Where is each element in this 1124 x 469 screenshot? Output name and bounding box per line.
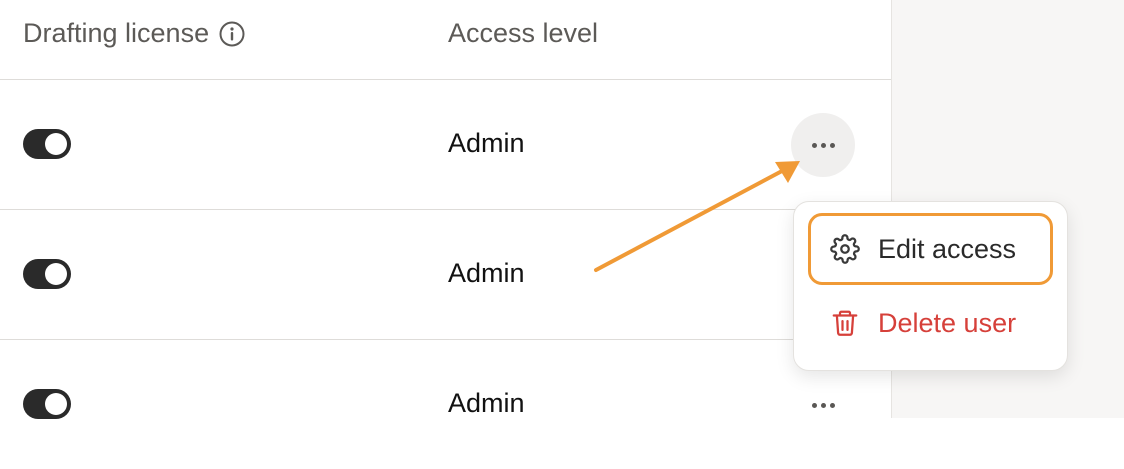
row-actions-menu: Edit access Delete user: [793, 201, 1068, 371]
trash-icon: [832, 310, 858, 336]
toggle-knob: [45, 263, 67, 285]
toggle-knob: [45, 133, 67, 155]
row-actions-button[interactable]: [791, 373, 855, 437]
access-level-value: Admin: [448, 388, 525, 418]
column-header-drafting-license: Drafting license: [23, 18, 245, 49]
delete-user-label: Delete user: [878, 307, 1017, 338]
table-row: Admin: [0, 80, 891, 210]
column-header-label: Access level: [448, 18, 599, 48]
column-header-access-level: Access level: [448, 18, 598, 49]
edit-access-menu-item[interactable]: Edit access: [808, 213, 1053, 285]
table-row: Admin: [0, 340, 891, 469]
toggle-knob: [45, 393, 67, 415]
more-horizontal-icon: [811, 142, 835, 148]
drafting-license-toggle[interactable]: [23, 259, 71, 289]
users-table: Drafting license Access level Admin Admi…: [0, 0, 891, 419]
gear-icon: [830, 234, 860, 264]
row-actions-button[interactable]: [791, 113, 855, 177]
edit-access-label: Edit access: [878, 233, 1017, 264]
table-header: Drafting license Access level: [0, 0, 891, 80]
more-horizontal-icon: [811, 402, 835, 408]
drafting-license-toggle[interactable]: [23, 389, 71, 419]
column-header-label: Drafting license: [23, 18, 210, 48]
delete-user-menu-item[interactable]: Delete user: [808, 287, 1053, 359]
access-level-value: Admin: [448, 128, 525, 158]
table-row: Admin: [0, 210, 891, 340]
access-level-value: Admin: [448, 258, 525, 288]
drafting-license-toggle[interactable]: [23, 129, 71, 159]
info-icon[interactable]: [219, 21, 245, 47]
